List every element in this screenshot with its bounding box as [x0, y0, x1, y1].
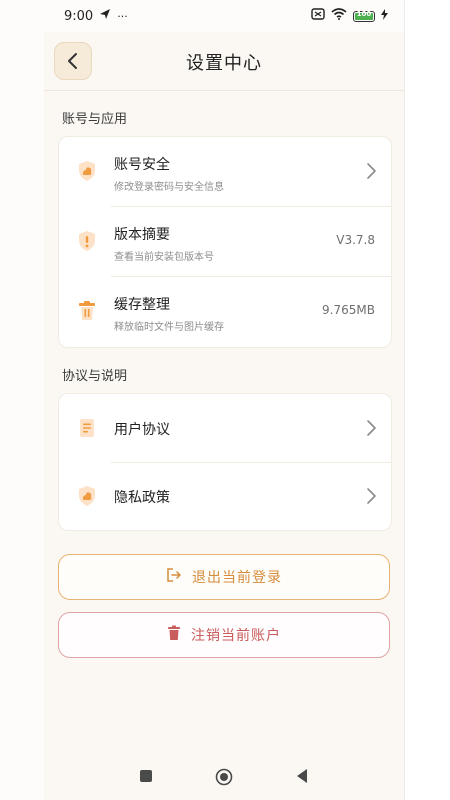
row-cache-cleanup[interactable]: 缓存整理 释放临时文件与图片缓存 9.765MB [59, 277, 391, 345]
row-title: 版本摘要 [114, 227, 170, 243]
status-bar: 9:00 ··· 100 [0, 0, 404, 32]
agreement-card: 用户协议 隐私政策 [58, 393, 392, 531]
logout-button[interactable]: 退出当前登录 [58, 554, 390, 600]
section-label-agreement: 协议与说明 [62, 369, 128, 384]
settings-screen: 设置中心 账号与应用 账号安全 修改登录密码与安全信息 版本摘要 查看当前安装包… [44, 32, 404, 800]
document-icon [75, 416, 99, 440]
home-button[interactable] [215, 768, 233, 790]
battery-icon: 100 [353, 10, 375, 22]
trash-icon [75, 299, 99, 323]
cache-size-value: 9.765MB [322, 303, 375, 317]
chevron-right-icon [365, 162, 377, 184]
more-icon: ··· [117, 9, 128, 23]
logout-icon [166, 567, 182, 587]
row-subtitle: 修改登录密码与安全信息 [114, 182, 224, 193]
shield-icon [75, 484, 99, 508]
row-privacy-policy[interactable]: 隐私政策 [59, 462, 391, 530]
send-icon [99, 8, 111, 24]
sim-icon [311, 8, 325, 24]
cancel-account-button[interactable]: 注销当前账户 [58, 612, 390, 658]
status-time: 9:00 [64, 8, 94, 24]
row-title: 缓存整理 [114, 297, 170, 313]
charging-icon [381, 8, 388, 24]
chevron-right-icon [365, 419, 377, 441]
alert-shield-icon [75, 229, 99, 253]
shield-icon [75, 159, 99, 183]
row-version-summary[interactable]: 版本摘要 查看当前安装包版本号 V3.7.8 [59, 207, 391, 275]
cancel-account-label: 注销当前账户 [191, 628, 281, 644]
recent-apps-button[interactable] [139, 768, 153, 787]
account-card: 账号安全 修改登录密码与安全信息 版本摘要 查看当前安装包版本号 V3.7.8 … [58, 136, 392, 348]
row-title: 隐私政策 [114, 490, 170, 506]
chevron-right-icon [365, 487, 377, 509]
row-account-security[interactable]: 账号安全 修改登录密码与安全信息 [59, 137, 391, 205]
trash-icon [167, 625, 181, 645]
row-user-agreement[interactable]: 用户协议 [59, 394, 391, 462]
header: 设置中心 [44, 32, 404, 91]
row-subtitle: 释放临时文件与图片缓存 [114, 322, 224, 333]
page-title: 设置中心 [186, 53, 262, 74]
row-title: 用户协议 [114, 422, 170, 438]
window-edge [404, 0, 450, 800]
row-title: 账号安全 [114, 157, 170, 173]
wifi-icon [331, 8, 347, 24]
logout-label: 退出当前登录 [192, 570, 282, 586]
row-subtitle: 查看当前安装包版本号 [114, 252, 214, 263]
back-nav-button[interactable] [295, 768, 309, 788]
version-value: V3.7.8 [336, 233, 375, 247]
section-label-account: 账号与应用 [62, 112, 128, 127]
system-nav-bar [0, 756, 404, 800]
